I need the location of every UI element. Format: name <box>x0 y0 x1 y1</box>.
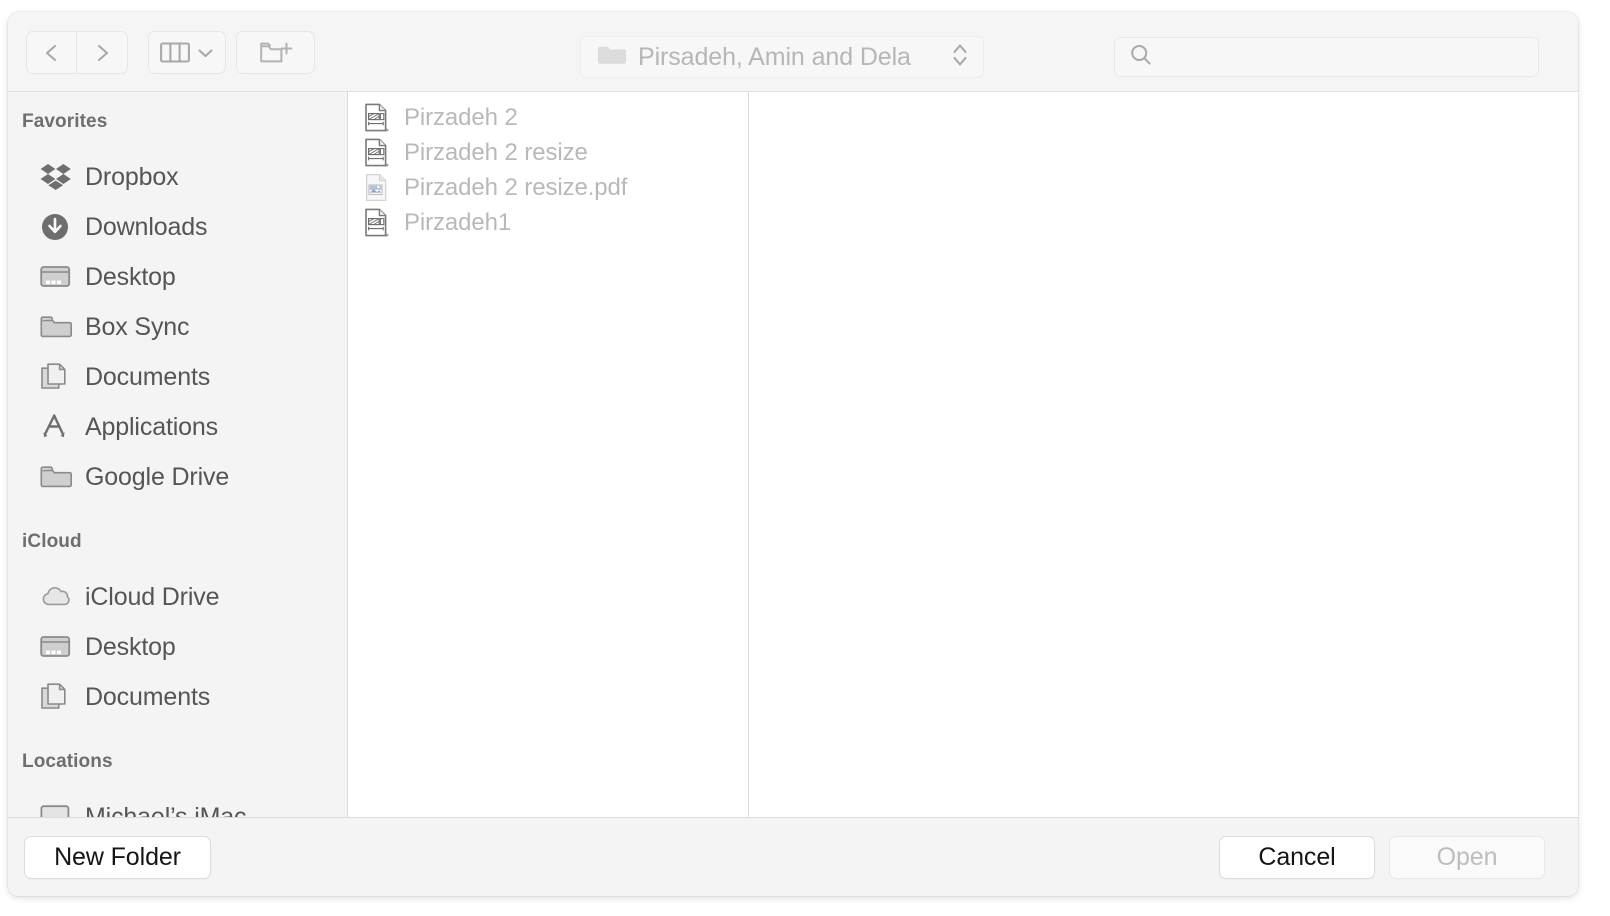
sidebar-item-icloud-desktop[interactable]: Desktop <box>8 622 347 672</box>
sidebar-item-label: Downloads <box>85 212 208 241</box>
sidebar-item-label: Dropbox <box>85 162 179 191</box>
new-folder-toolbar-button[interactable] <box>236 31 315 74</box>
dropbox-icon <box>40 162 74 192</box>
new-folder-icon <box>259 42 292 63</box>
up-down-chevron-icon <box>951 40 969 75</box>
sidebar-item-dropbox[interactable]: Dropbox <box>8 152 347 202</box>
chevron-down-icon <box>198 48 213 57</box>
sidebar-section-icloud-header: iCloud <box>22 531 82 552</box>
sidebar-item-michaels-imac[interactable]: Michael’s iMac <box>8 792 347 817</box>
open-button[interactable]: Open <box>1389 836 1545 879</box>
drawing-document-icon <box>362 103 392 133</box>
chevron-right-icon <box>97 44 109 61</box>
file-name: Pirzadeh 2 <box>404 103 518 131</box>
sidebar-item-label: iCloud Drive <box>85 582 220 611</box>
path-popup-button[interactable]: Pirsadeh, Amin and Dela <box>580 36 984 78</box>
sidebar-section-favorites-header: Favorites <box>22 111 108 132</box>
list-item[interactable]: Pirzadeh 2 <box>349 100 748 135</box>
new-folder-button[interactable]: New Folder <box>24 836 211 879</box>
desktop-icon <box>40 263 74 291</box>
list-item[interactable]: Pirzadeh 2 resize.pdf <box>349 170 748 205</box>
file-name: Pirzadeh 2 resize <box>404 138 588 166</box>
sidebar[interactable]: Favorites Dropbox Downloads Desktop Box … <box>8 92 348 817</box>
sidebar-item-google-drive[interactable]: Google Drive <box>8 452 347 502</box>
sidebar-item-label: Michael’s iMac <box>85 802 247 818</box>
open-file-dialog: Pirsadeh, Amin and Dela Favorites Dropbo… <box>8 12 1578 896</box>
preview-column[interactable] <box>750 92 1578 817</box>
sidebar-item-label: Box Sync <box>85 312 190 341</box>
sidebar-item-icloud-documents[interactable]: Documents <box>8 672 347 722</box>
list-item[interactable]: Pirzadeh 2 resize <box>349 135 748 170</box>
sidebar-item-documents[interactable]: Documents <box>8 352 347 402</box>
path-label: Pirsadeh, Amin and Dela <box>638 42 911 71</box>
sidebar-item-icloud-drive[interactable]: iCloud Drive <box>8 572 347 622</box>
view-mode-button[interactable] <box>148 31 226 74</box>
folder-icon <box>40 463 74 491</box>
desktop-icon <box>40 633 74 661</box>
drawing-document-icon <box>362 208 392 238</box>
pdf-document-icon <box>362 173 392 203</box>
file-list-column[interactable]: Pirzadeh 2 Pirzadeh 2 resize Pirzadeh 2 … <box>349 92 749 817</box>
imac-icon <box>40 803 74 817</box>
sidebar-item-label: Desktop <box>85 632 176 661</box>
sidebar-item-label: Applications <box>85 412 219 441</box>
list-item[interactable]: Pirzadeh1 <box>349 205 748 240</box>
sidebar-item-label: Documents <box>85 362 211 391</box>
sidebar-section-locations-header: Locations <box>22 751 113 772</box>
back-button[interactable] <box>26 31 77 74</box>
downloads-icon <box>40 211 74 243</box>
search-field[interactable] <box>1114 37 1539 77</box>
sidebar-item-label: Google Drive <box>85 462 230 491</box>
cancel-button[interactable]: Cancel <box>1219 836 1375 879</box>
search-icon <box>1129 43 1153 72</box>
sidebar-item-label: Desktop <box>85 262 176 291</box>
chevron-left-icon <box>45 44 56 61</box>
toolbar: Pirsadeh, Amin and Dela <box>8 12 1578 92</box>
sidebar-item-box-sync[interactable]: Box Sync <box>8 302 347 352</box>
folder-icon <box>40 313 74 341</box>
cloud-icon <box>40 585 74 609</box>
applications-icon <box>40 412 74 442</box>
sidebar-item-downloads[interactable]: Downloads <box>8 202 347 252</box>
sidebar-item-label: Documents <box>85 682 211 711</box>
column-view-icon <box>160 42 190 63</box>
footer-bar: New Folder Cancel Open <box>8 817 1578 896</box>
drawing-document-icon <box>362 138 392 168</box>
screenshot-root: Pirsadeh, Amin and Dela Favorites Dropbo… <box>0 0 1610 916</box>
browser-area: Favorites Dropbox Downloads Desktop Box … <box>8 92 1578 817</box>
forward-button[interactable] <box>77 31 128 74</box>
documents-icon <box>40 362 74 392</box>
file-name: Pirzadeh1 <box>404 208 512 236</box>
file-name: Pirzadeh 2 resize.pdf <box>404 173 628 201</box>
search-input[interactable] <box>1163 45 1513 69</box>
sidebar-item-desktop[interactable]: Desktop <box>8 252 347 302</box>
sidebar-item-applications[interactable]: Applications <box>8 402 347 452</box>
documents-icon <box>40 682 74 712</box>
folder-icon <box>597 43 627 72</box>
